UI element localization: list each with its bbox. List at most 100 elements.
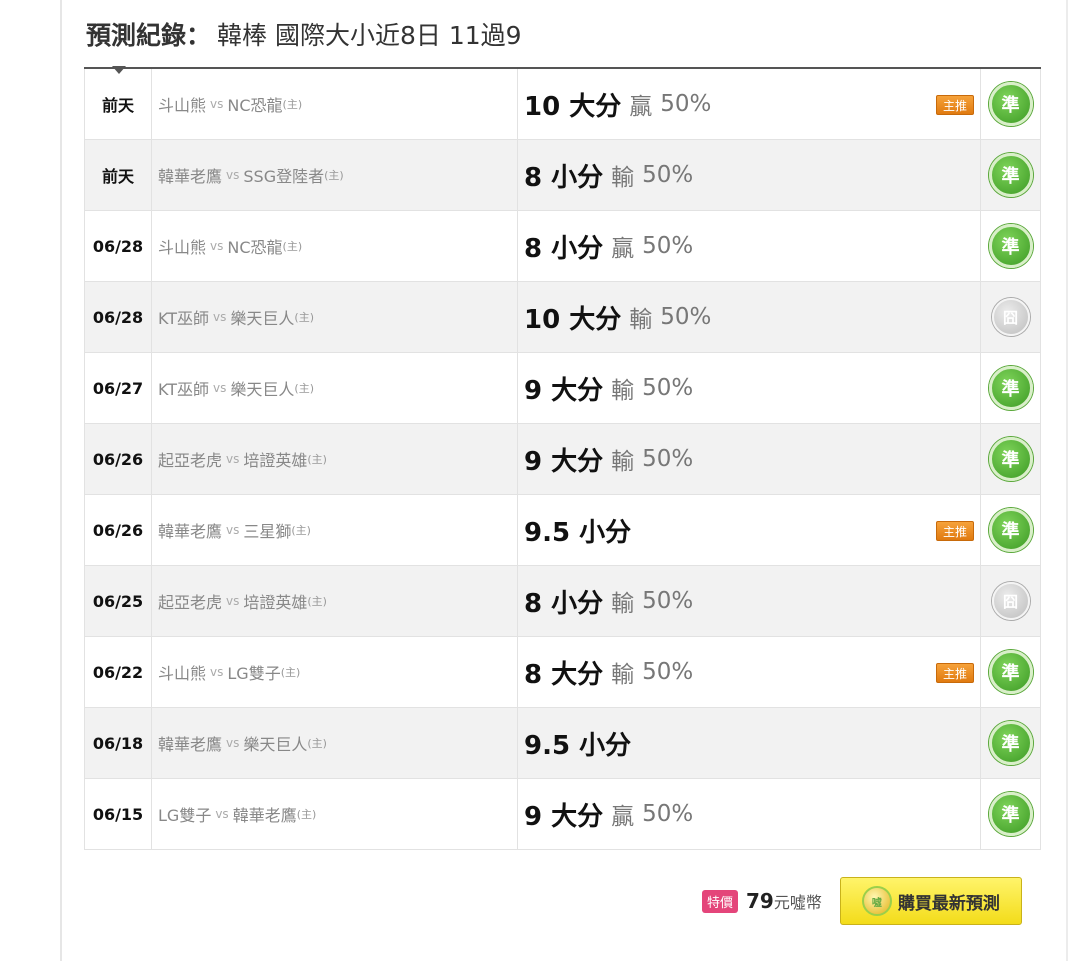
pick-value: 9.5 小分	[524, 517, 632, 548]
header-subtitle: 韓棒 國際大小近8日 11過9	[217, 21, 522, 50]
record-date: 06/26	[85, 495, 152, 565]
pick-percentage: 50%	[642, 588, 694, 614]
miss-status-icon: 囧	[991, 298, 1030, 336]
hit-status-icon: 準	[988, 82, 1033, 126]
away-team: 起亞老虎	[158, 593, 223, 612]
record-status: 準	[981, 69, 1040, 139]
vs-label: vs	[226, 168, 240, 182]
record-date: 前天	[85, 69, 152, 139]
vs-label: vs	[226, 736, 240, 750]
record-date: 06/22	[85, 637, 152, 707]
record-row: 06/18 韓華老鷹 vs 樂天巨人 (主) 9.5 小分 準	[84, 708, 1041, 779]
record-pick: 8 小分輸 50%	[518, 566, 981, 636]
record-matchup[interactable]: 韓華老鷹 vs 樂天巨人 (主)	[152, 708, 518, 778]
home-team: 韓華老鷹	[232, 806, 297, 825]
miss-status-icon: 囧	[991, 582, 1030, 620]
away-team: KT巫師	[158, 380, 210, 399]
pick-value: 9.5 小分	[524, 730, 632, 761]
purchase-footer: 特價 79 元噓幣 噓 購買最新預測	[702, 876, 1022, 926]
header-label: 預測紀錄	[86, 21, 187, 50]
record-matchup[interactable]: 起亞老虎 vs 培證英雄 (主)	[152, 424, 518, 494]
away-team: LG雙子	[158, 806, 212, 825]
away-team: KT巫師	[158, 309, 210, 328]
hit-status-icon: 準	[988, 153, 1033, 197]
record-row: 06/26 韓華老鷹 vs 三星獅 (主) 9.5 小分 主推準	[84, 495, 1041, 566]
record-row: 06/22 斗山熊 vs LG雙子 (主) 8 大分輸 50% 主推準	[84, 637, 1041, 708]
pick-value: 8 小分	[524, 588, 604, 619]
vs-label: vs	[213, 310, 227, 324]
record-date: 06/28	[85, 282, 152, 352]
record-row: 前天 斗山熊 vs NC恐龍 (主) 10 大分贏 50% 主推準	[84, 69, 1041, 140]
record-matchup[interactable]: 韓華老鷹 vs 三星獅 (主)	[152, 495, 518, 565]
pick-percentage: 50%	[642, 659, 694, 685]
vs-label: vs	[210, 665, 224, 679]
hit-status-icon: 準	[988, 366, 1033, 410]
away-team: 韓華老鷹	[158, 167, 223, 186]
record-status: 準	[981, 140, 1040, 210]
record-date: 06/15	[85, 779, 152, 849]
record-date: 06/28	[85, 211, 152, 281]
vs-label: vs	[226, 452, 240, 466]
record-row: 前天 韓華老鷹 vs SSG登陸者 (主) 8 小分輸 50% 準	[84, 140, 1041, 211]
away-team: 韓華老鷹	[158, 522, 223, 541]
record-status: 準	[981, 353, 1040, 423]
record-date: 06/18	[85, 708, 152, 778]
record-matchup[interactable]: 斗山熊 vs NC恐龍 (主)	[152, 69, 518, 139]
buy-button-label: 購買最新預測	[897, 893, 1000, 914]
record-matchup[interactable]: 韓華老鷹 vs SSG登陸者 (主)	[152, 140, 518, 210]
record-status: 準	[981, 708, 1040, 778]
record-status: 準	[981, 495, 1040, 565]
pick-percentage: 50%	[660, 304, 712, 330]
home-marker: (主)	[282, 240, 303, 253]
home-marker: (主)	[324, 169, 344, 182]
section-header: 預測紀錄 ： 韓棒 國際大小近8日 11過9	[86, 14, 522, 54]
pick-percentage: 50%	[642, 801, 694, 827]
pick-result: 贏	[611, 804, 635, 830]
record-row: 06/26 起亞老虎 vs 培證英雄 (主) 9 大分輸 50% 準	[84, 424, 1041, 495]
record-matchup[interactable]: LG雙子 vs 韓華老鷹 (主)	[152, 779, 518, 849]
record-date: 06/26	[85, 424, 152, 494]
vs-label: vs	[213, 381, 227, 395]
price-unit: 元噓幣	[773, 893, 822, 912]
home-team: SSG登陸者	[243, 167, 325, 186]
record-matchup[interactable]: 斗山熊 vs LG雙子 (主)	[152, 637, 518, 707]
away-team: 韓華老鷹	[158, 735, 223, 754]
price-value: 79	[746, 889, 774, 913]
record-row: 06/25 起亞老虎 vs 培證英雄 (主) 8 小分輸 50% 囧	[84, 566, 1041, 637]
record-date: 前天	[85, 140, 152, 210]
record-matchup[interactable]: 起亞老虎 vs 培證英雄 (主)	[152, 566, 518, 636]
home-marker: (主)	[291, 524, 311, 537]
pick-value: 8 小分	[524, 162, 604, 193]
record-matchup[interactable]: 斗山熊 vs NC恐龍 (主)	[152, 211, 518, 281]
home-team: 三星獅	[243, 522, 292, 541]
pick-value: 8 大分	[524, 659, 604, 690]
record-row: 06/28 斗山熊 vs NC恐龍 (主) 8 小分贏 50% 準	[84, 211, 1041, 282]
pick-percentage: 50%	[642, 162, 694, 188]
pick-result: 輸	[611, 378, 635, 404]
home-team: 樂天巨人	[230, 309, 295, 328]
away-team: 起亞老虎	[158, 451, 223, 470]
vs-label: vs	[215, 807, 229, 821]
hit-status-icon: 準	[988, 721, 1033, 765]
record-pick: 9 大分贏 50%	[518, 779, 981, 849]
buy-latest-prediction-button[interactable]: 噓 購買最新預測	[839, 877, 1022, 925]
coin-icon: 噓	[861, 886, 892, 916]
away-team: 斗山熊	[158, 238, 207, 257]
pick-result: 輸	[611, 662, 635, 688]
record-pick: 8 大分輸 50% 主推	[518, 637, 981, 707]
pick-value: 10 大分	[524, 304, 622, 335]
home-marker: (主)	[307, 737, 327, 750]
record-pick: 9.5 小分	[518, 708, 981, 778]
record-matchup[interactable]: KT巫師 vs 樂天巨人 (主)	[152, 353, 518, 423]
vs-label: vs	[210, 239, 224, 253]
pick-result: 贏	[611, 236, 635, 262]
left-divider	[60, 0, 62, 961]
home-marker: (主)	[280, 666, 301, 679]
pick-percentage: 50%	[642, 446, 694, 472]
main-pick-badge: 主推	[936, 95, 974, 115]
header-colon: ：	[186, 21, 212, 50]
record-matchup[interactable]: KT巫師 vs 樂天巨人 (主)	[152, 282, 518, 352]
hit-status-icon: 準	[988, 650, 1033, 694]
pick-result: 輸	[611, 591, 635, 617]
record-pick: 9 大分輸 50%	[518, 353, 981, 423]
